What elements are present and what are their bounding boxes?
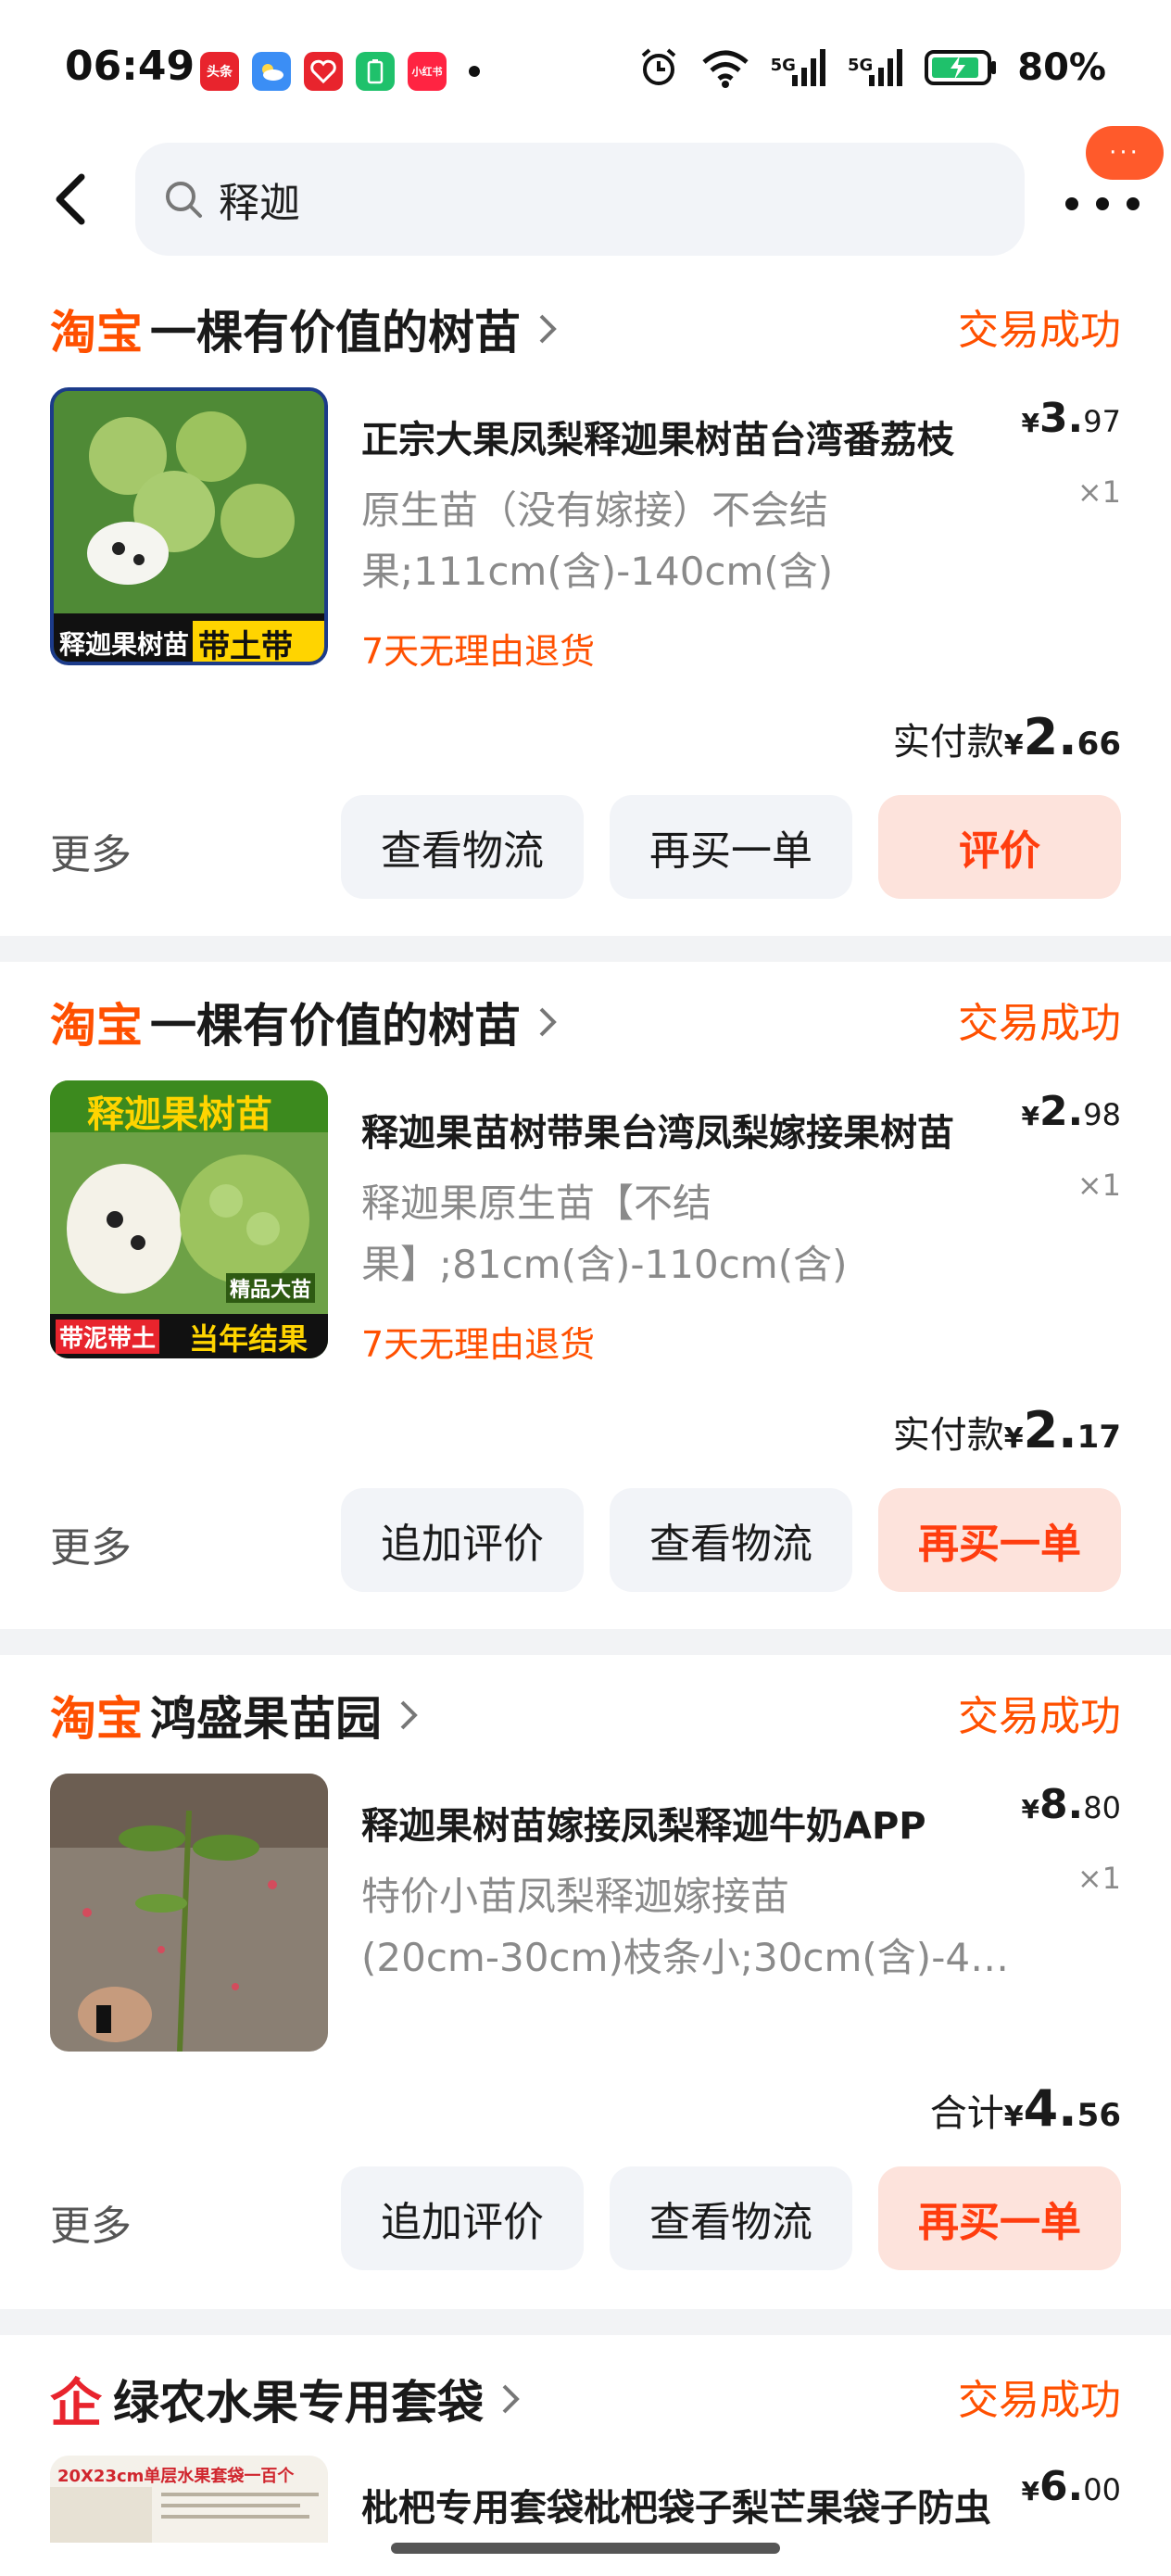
shop-row[interactable]: 淘宝 鸿盛果苗园: [50, 1673, 422, 1757]
search-query: 释迦: [219, 180, 300, 227]
chevron-left-icon: [56, 173, 85, 225]
return-policy-tag: 7天无理由退货: [361, 1324, 596, 1365]
dot-icon: [1065, 197, 1078, 210]
taobao-brand-label: 淘宝: [50, 306, 143, 360]
search-input[interactable]: 释迦: [135, 143, 1025, 256]
message-badge[interactable]: ···: [1086, 126, 1164, 180]
status-bar: 06:49 头条 小红书 5G 5G 80%: [0, 0, 1171, 139]
add-review-button[interactable]: 追加评价: [341, 2166, 584, 2270]
shop-name: 鸿盛果苗园: [150, 1692, 382, 1746]
shop-name: 一棵有价值的树苗: [150, 999, 521, 1053]
more-options-button[interactable]: [1065, 176, 1140, 232]
divider: [0, 2309, 1171, 2335]
wifi-icon: [701, 50, 749, 88]
status-app-icons: 头条 小红书: [200, 52, 480, 91]
shop-row[interactable]: 淘宝 一棵有价值的树苗: [50, 287, 561, 371]
battery-icon: [925, 50, 997, 85]
chevron-right-icon: [539, 1007, 557, 1037]
review-button[interactable]: 评价: [878, 795, 1121, 899]
status-time: 06:49: [65, 43, 195, 90]
buy-again-button[interactable]: 再买一单: [878, 1488, 1121, 1592]
paid-amount: 实付款 ¥2. 66: [892, 708, 1121, 766]
search-icon: [166, 182, 202, 218]
order-card: 淘宝 一棵有价值的树苗 交易成功 释迦果树苗 带土带叶 正宗大果凤梨释迦果树苗台…: [0, 269, 1171, 936]
home-indicator[interactable]: [391, 2543, 780, 2554]
signal-5g-icon-2: 5G: [848, 47, 904, 88]
search-header: 释迦 ···: [0, 126, 1171, 269]
product-price: ¥3. 97: [1021, 395, 1121, 442]
toutiao-app-icon: 头条: [200, 52, 239, 91]
dot-icon: [1127, 197, 1140, 210]
product-thumbnail[interactable]: 释迦果树苗 精品大苗 带泥带土 当年结果: [50, 1080, 328, 1358]
alarm-icon: [641, 48, 675, 85]
xiaohongshu-app-icon: 小红书: [408, 52, 447, 91]
product-spec: 特价小苗凤梨释迦嫁接苗 (20cm-30cm)枝条小;30cm(含)-40cm(…: [361, 1874, 1010, 1980]
shop-row[interactable]: 企 绿农水果专用套袋: [50, 2357, 524, 2441]
thumb-caption: 释迦果树苗: [87, 1093, 272, 1136]
status-indicators: 5G 5G 80%: [637, 46, 1106, 89]
product-thumbnail[interactable]: 释迦果树苗 带土带叶: [50, 387, 328, 665]
order-card: 企 绿农水果专用套袋 交易成功 20X23cm单层水果套袋一百个 枇杷专用套袋枇…: [0, 2335, 1171, 2576]
thumb-caption: 20X23cm单层水果套袋一百个: [57, 2467, 295, 2486]
weather-app-icon: [252, 52, 291, 91]
buy-again-button[interactable]: 再买一单: [878, 2166, 1121, 2270]
shop-name: 绿农水果专用套袋: [113, 2376, 484, 2430]
buy-again-button[interactable]: 再买一单: [610, 795, 852, 899]
more-actions-link[interactable]: 更多: [50, 821, 132, 880]
product-price: ¥8. 80: [1021, 1781, 1121, 1828]
thumb-caption: 释迦果树苗: [59, 625, 190, 662]
heart-app-icon: [304, 52, 343, 91]
enterprise-store-icon: 企: [50, 2372, 102, 2434]
shop-row[interactable]: 淘宝 一棵有价值的树苗: [50, 980, 561, 1064]
more-actions-link[interactable]: 更多: [50, 1514, 132, 1573]
back-button[interactable]: [43, 167, 98, 232]
shop-name: 一棵有价值的树苗: [150, 306, 521, 360]
product-price: ¥2. 98: [1021, 1088, 1121, 1135]
order-card: 淘宝 鸿盛果苗园 交易成功 释迦果树苗嫁接凤梨释迦牛奶APP ¥8. 80 ×1 …: [0, 1655, 1171, 2309]
product-quantity: ×1: [1077, 1861, 1121, 1896]
taobao-brand-label: 淘宝: [50, 1692, 143, 1746]
thumb-caption: 精品大苗: [226, 1273, 316, 1303]
view-logistics-button[interactable]: 查看物流: [610, 1488, 852, 1592]
order-status: 交易成功: [958, 2377, 1121, 2424]
order-status: 交易成功: [958, 307, 1121, 354]
view-logistics-button[interactable]: 查看物流: [610, 2166, 852, 2270]
total-amount: 合计 ¥4. 56: [929, 2079, 1121, 2138]
product-price: ¥6. 00: [1021, 2463, 1121, 2510]
product-thumbnail[interactable]: 20X23cm单层水果套袋一百个: [50, 2456, 328, 2543]
product-title[interactable]: 正宗大果凤梨释迦果树苗台湾番荔枝: [361, 410, 1010, 463]
battery-app-icon: [356, 52, 395, 91]
thumb-caption: 带土带叶: [193, 621, 324, 662]
product-title[interactable]: 释迦果苗树带果台湾凤梨嫁接果树苗: [361, 1103, 1010, 1156]
signal-5g-icon: 5G: [771, 47, 827, 88]
order-status: 交易成功: [958, 1000, 1121, 1047]
product-title[interactable]: 释迦果树苗嫁接凤梨释迦牛奶APP: [361, 1796, 1010, 1850]
dot-icon: [1096, 197, 1109, 210]
thumb-caption: 带泥带土: [56, 1320, 160, 1354]
notification-dot: [469, 66, 480, 77]
thumb-caption: 当年结果: [189, 1321, 308, 1357]
product-quantity: ×1: [1077, 474, 1121, 510]
divider: [0, 1629, 1171, 1655]
product-spec: 释迦果原生苗【不结 果】;81cm(含)-110cm(含): [361, 1181, 848, 1287]
product-title[interactable]: 枇杷专用套袋枇杷袋子梨芒果袋子防虫: [361, 2478, 1010, 2532]
product-quantity: ×1: [1077, 1168, 1121, 1203]
return-policy-tag: 7天无理由退货: [361, 631, 596, 672]
chevron-right-icon: [400, 1700, 418, 1730]
chevron-right-icon: [502, 2384, 520, 2414]
product-spec: 原生苗（没有嫁接）不会结 果;111cm(含)-140cm(含): [361, 487, 834, 594]
chevron-right-icon: [539, 314, 557, 344]
order-status: 交易成功: [958, 1693, 1121, 1740]
taobao-brand-label: 淘宝: [50, 999, 143, 1053]
product-thumbnail[interactable]: [50, 1774, 328, 2052]
seedling-photo: [50, 1774, 328, 2052]
order-card: 淘宝 一棵有价值的树苗 交易成功 释迦果树苗 精品大苗 带泥带土 当年结果 释迦…: [0, 962, 1171, 1629]
more-actions-link[interactable]: 更多: [50, 2192, 132, 2252]
view-logistics-button[interactable]: 查看物流: [341, 795, 584, 899]
bag-sample-image: [50, 2487, 319, 2543]
paid-amount: 实付款 ¥2. 17: [892, 1401, 1121, 1459]
add-review-button[interactable]: 追加评价: [341, 1488, 584, 1592]
battery-percent: 80%: [1017, 46, 1106, 89]
divider: [0, 936, 1171, 962]
